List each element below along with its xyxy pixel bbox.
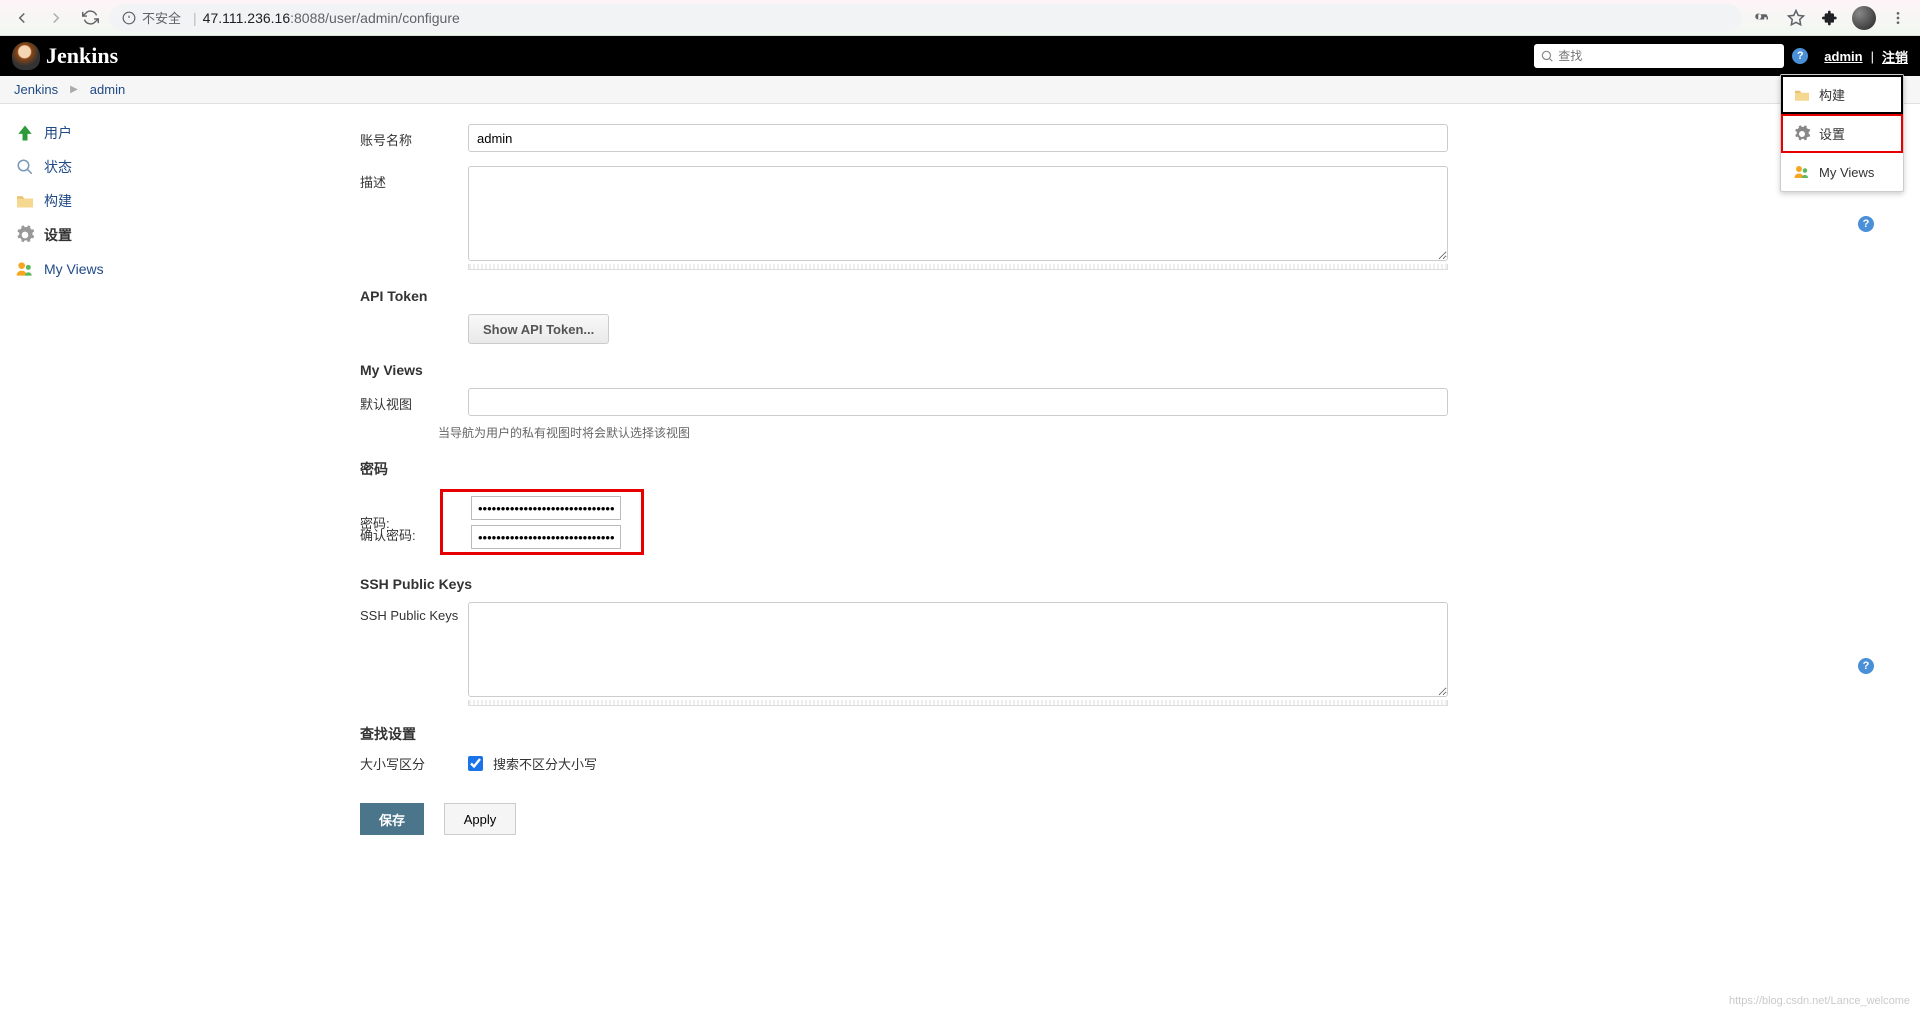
jenkins-header: Jenkins ? admin | 注销	[0, 36, 1920, 76]
save-button[interactable]: 保存	[360, 803, 424, 835]
url-text: 47.111.236.16:8088/user/admin/configure	[203, 10, 460, 26]
up-arrow-icon	[14, 122, 36, 144]
logout-link[interactable]: 注销	[1882, 47, 1908, 66]
insecure-label: 不安全	[142, 8, 181, 27]
browser-menu-button[interactable]	[1884, 4, 1912, 32]
default-view-label: 默认视图	[360, 388, 468, 413]
password-input[interactable]	[471, 496, 621, 520]
chevron-right-icon: ▶	[70, 84, 78, 95]
sidebar-myviews-label: My Views	[44, 261, 104, 277]
resize-grip[interactable]	[468, 264, 1448, 270]
dropdown-myviews-label: My Views	[1819, 165, 1874, 180]
search-input[interactable]	[1558, 49, 1778, 63]
help-icon[interactable]: ?	[1858, 658, 1874, 674]
description-textarea[interactable]	[468, 166, 1448, 261]
confirm-password-input[interactable]	[471, 525, 621, 549]
sidebar: 用户 状态 构建 设置 My Views	[0, 104, 280, 855]
dropdown-build-label: 构建	[1819, 85, 1845, 104]
profile-avatar[interactable]	[1850, 4, 1878, 32]
dropdown-item-configure[interactable]: 设置	[1781, 114, 1903, 153]
watermark: https://blog.csdn.net/Lance_welcome	[1729, 995, 1910, 1007]
forward-button[interactable]	[42, 4, 70, 32]
help-icon[interactable]: ?	[1792, 48, 1808, 64]
key-icon[interactable]	[1748, 4, 1776, 32]
sidebar-item-builds[interactable]: 构建	[14, 184, 272, 218]
sidebar-item-configure[interactable]: 设置	[14, 218, 272, 252]
default-view-input[interactable]	[468, 388, 1448, 416]
gear-icon	[1793, 125, 1811, 143]
current-user-link[interactable]: admin	[1824, 49, 1862, 64]
dropdown-item-myviews[interactable]: My Views	[1781, 153, 1903, 191]
breadcrumb-home[interactable]: Jenkins	[14, 82, 58, 97]
case-sensitive-label: 大小写区分	[360, 754, 468, 773]
user-dropdown: 构建 设置 My Views	[1780, 74, 1904, 192]
apply-button[interactable]: Apply	[444, 803, 516, 835]
breadcrumb-user[interactable]: admin	[90, 82, 125, 97]
ssh-heading: SSH Public Keys	[360, 576, 1890, 592]
show-api-token-button[interactable]: Show API Token...	[468, 314, 609, 344]
sidebar-item-status[interactable]: 状态	[14, 150, 272, 184]
ssh-textarea[interactable]	[468, 602, 1448, 697]
description-label: 描述	[360, 166, 468, 191]
case-checkbox-label: 搜索不区分大小写	[493, 754, 597, 773]
sidebar-item-people[interactable]: 用户	[14, 116, 272, 150]
fullname-label: 账号名称	[360, 124, 468, 149]
browser-toolbar: 不安全 | 47.111.236.16:8088/user/admin/conf…	[0, 0, 1920, 36]
bookmark-star-icon[interactable]	[1782, 4, 1810, 32]
fullname-input[interactable]	[468, 124, 1448, 152]
password-heading: 密码	[360, 459, 1890, 479]
jenkins-logo[interactable]: Jenkins	[12, 42, 118, 70]
jenkins-wordmark: Jenkins	[46, 43, 118, 69]
address-bar[interactable]: 不安全 | 47.111.236.16:8088/user/admin/conf…	[110, 4, 1742, 32]
dropdown-configure-label: 设置	[1819, 124, 1845, 143]
reload-button[interactable]	[76, 4, 104, 32]
sidebar-item-myviews[interactable]: My Views	[14, 252, 272, 286]
sidebar-builds-label: 构建	[44, 191, 72, 211]
sidebar-configure-label: 设置	[44, 225, 72, 245]
header-search[interactable]	[1534, 44, 1784, 68]
main-content: 账号名称 描述 ? API Token Show API Token... My…	[280, 104, 1920, 855]
gear-icon	[14, 224, 36, 246]
search-settings-heading: 查找设置	[360, 724, 1890, 744]
confirm-password-label: 确认密码:	[360, 525, 440, 544]
sidebar-people-label: 用户	[44, 123, 72, 143]
folder-icon	[14, 190, 36, 212]
search-icon	[1540, 49, 1554, 63]
people-icon	[14, 258, 36, 280]
back-button[interactable]	[8, 4, 36, 32]
jenkins-mascot-icon	[12, 42, 40, 70]
extensions-icon[interactable]	[1816, 4, 1844, 32]
ssh-label: SSH Public Keys	[360, 602, 468, 623]
my-views-heading: My Views	[360, 362, 1890, 378]
help-icon[interactable]: ?	[1858, 216, 1874, 232]
sidebar-status-label: 状态	[44, 157, 72, 177]
breadcrumb: Jenkins ▶ admin	[0, 76, 1920, 104]
dropdown-item-build[interactable]: 构建	[1781, 75, 1903, 114]
default-view-hint: 当导航为用户的私有视图时将会默认选择该视图	[438, 424, 1418, 441]
search-icon	[14, 156, 36, 178]
people-icon	[1793, 163, 1811, 181]
folder-icon	[1793, 86, 1811, 104]
api-token-heading: API Token	[360, 288, 1890, 304]
case-insensitive-checkbox[interactable]	[468, 756, 483, 771]
resize-grip[interactable]	[468, 700, 1448, 706]
